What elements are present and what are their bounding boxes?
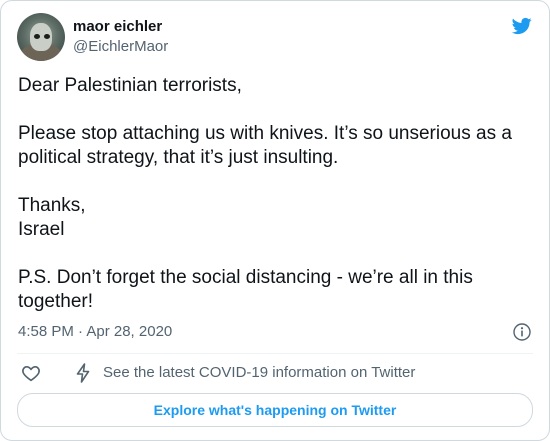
tweet-line: Please stop attaching us with knives. It… bbox=[18, 123, 512, 168]
tweet-timestamp[interactable]: 4:58 PM · Apr 28, 2020 bbox=[18, 323, 172, 341]
avatar[interactable] bbox=[17, 13, 65, 61]
twitter-bird-icon[interactable] bbox=[510, 16, 534, 36]
tweet-line: Israel bbox=[18, 219, 65, 240]
tweet-card: maor eichler @EichlerMaor Dear Palestini… bbox=[0, 0, 550, 441]
tweet-text: Dear Palestinian terrorists, Please stop… bbox=[18, 74, 528, 314]
info-icon[interactable] bbox=[513, 323, 531, 341]
lightning-bolt-icon bbox=[76, 363, 90, 383]
divider bbox=[17, 353, 533, 354]
tweet-line: Thanks, bbox=[18, 195, 86, 216]
author-name[interactable]: maor eichler bbox=[73, 18, 162, 36]
tweet-line: Dear Palestinian terrorists, bbox=[18, 75, 242, 96]
covid-info-link[interactable]: See the latest COVID-19 information on T… bbox=[103, 364, 415, 382]
tweet-line: P.S. Don’t forget the social distancing … bbox=[18, 267, 473, 312]
explore-button[interactable]: Explore what's happening on Twitter bbox=[17, 393, 533, 427]
author-handle[interactable]: @EichlerMaor bbox=[73, 38, 168, 56]
heart-icon[interactable] bbox=[21, 364, 41, 382]
